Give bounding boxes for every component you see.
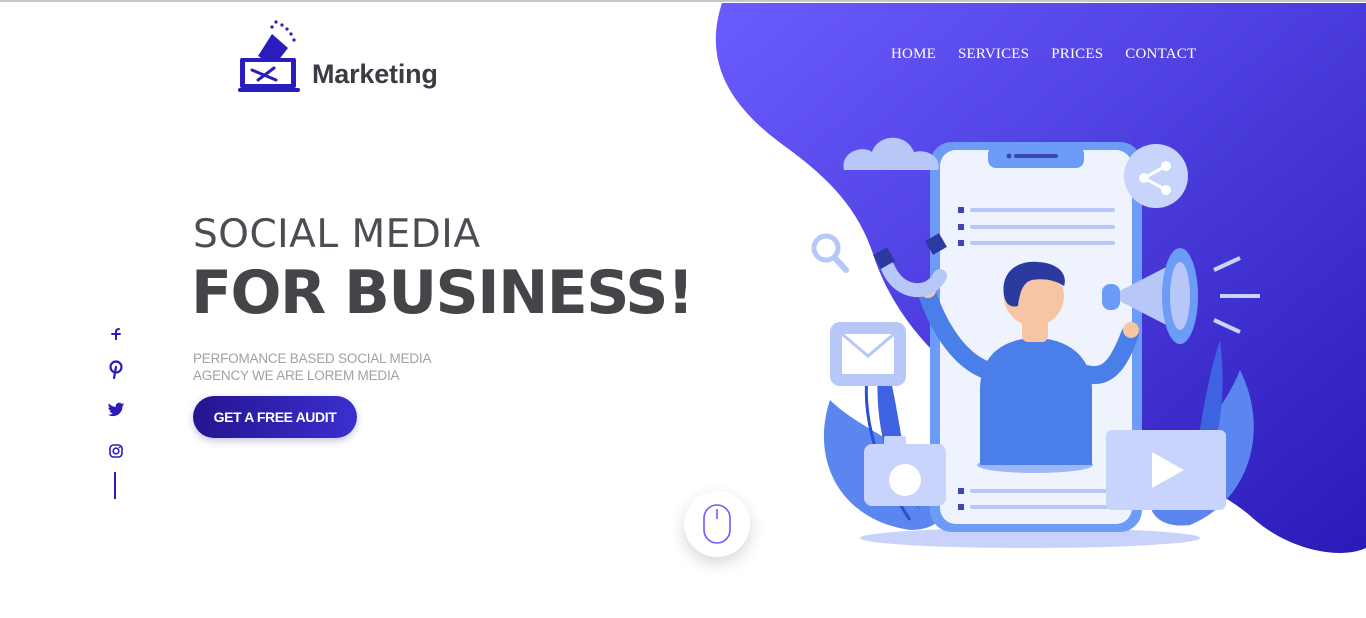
nav-prices[interactable]: PRICES <box>1051 46 1103 63</box>
hero-description: PERFOMANCE BASED SOCIAL MEDIA AGENCY WE … <box>193 351 431 383</box>
twitter-icon[interactable] <box>104 401 128 419</box>
nav-contact[interactable]: CONTACT <box>1125 46 1196 63</box>
hero-title: FOR BUSINESS! <box>191 258 694 328</box>
megaphone-logo-icon <box>238 20 300 92</box>
nav-services[interactable]: SERVICES <box>958 46 1029 63</box>
scroll-down-button[interactable] <box>684 491 750 557</box>
instagram-icon[interactable] <box>104 444 128 458</box>
get-free-audit-button[interactable]: GET A FREE AUDIT <box>193 396 357 438</box>
nav-home[interactable]: HOME <box>891 46 936 63</box>
pinterest-icon[interactable] <box>104 360 128 380</box>
main-nav: HOME SERVICES PRICES CONTACT <box>891 46 1196 63</box>
hero-subtitle: SOCIAL MEDIA <box>193 212 481 257</box>
social-media-illustration <box>811 137 1260 548</box>
mouse-icon <box>703 504 731 544</box>
facebook-icon[interactable] <box>104 326 128 340</box>
social-divider-line <box>114 472 116 499</box>
brand-name: Marketing <box>312 59 438 89</box>
brand-logo[interactable]: Marketing <box>236 18 438 94</box>
top-border <box>0 0 1366 2</box>
